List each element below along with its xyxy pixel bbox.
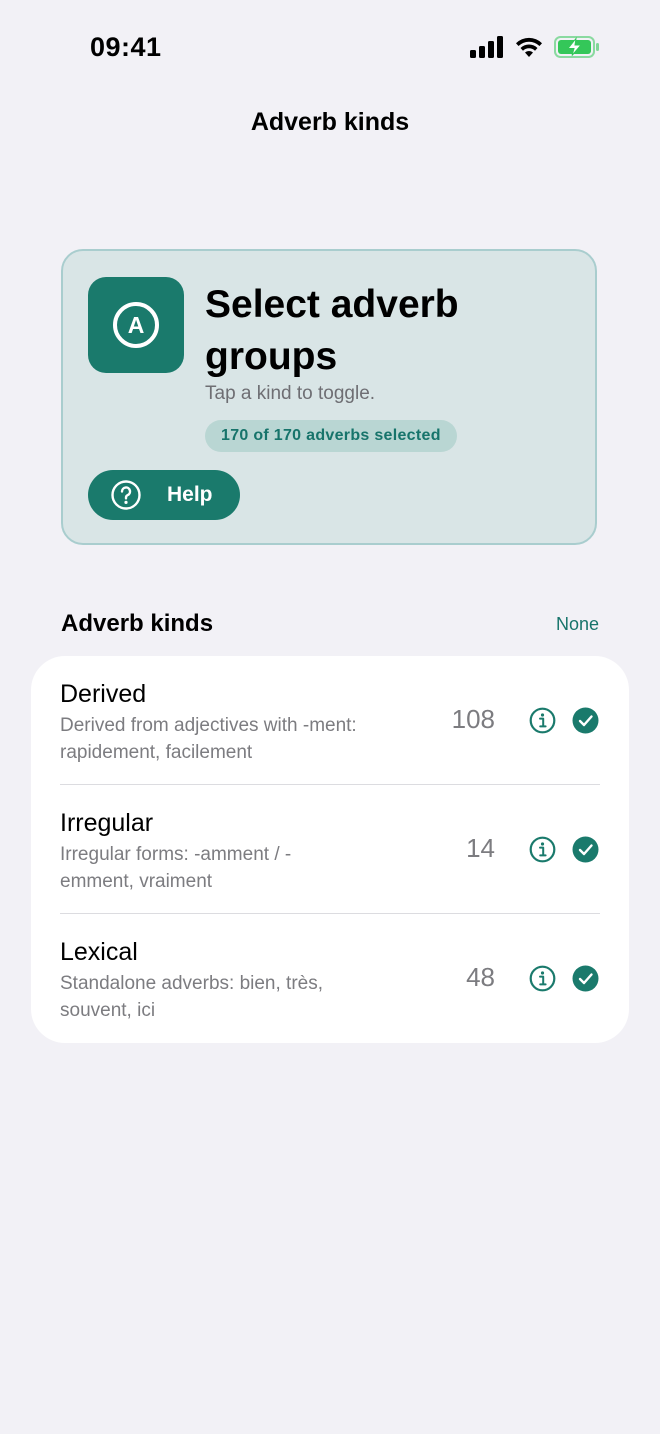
status-time: 09:41 [90, 32, 162, 62]
cellular-signal-icon [470, 36, 503, 58]
checkmark-selected-icon[interactable] [572, 707, 599, 734]
checkmark-selected-icon[interactable] [572, 836, 599, 863]
kind-count: 48 [466, 962, 495, 992]
hero-subtitle: Tap a kind to toggle. [205, 383, 376, 404]
section-title: Adverb kinds [61, 610, 214, 637]
nav-title: Adverb kinds [250, 108, 410, 136]
svg-text:A: A [128, 312, 145, 338]
list-item-derived[interactable]: Derived Derived from adjectives with -me… [31, 656, 629, 785]
kind-description: Standalone adverbs: bien, très, souvent,… [60, 973, 324, 1021]
kind-count: 14 [466, 833, 495, 863]
kind-name: Derived [60, 680, 147, 708]
letter-a-circle-icon: A [113, 302, 159, 348]
select-none-button[interactable]: None [556, 614, 599, 635]
kind-name: Lexical [60, 938, 138, 966]
checkmark-selected-icon[interactable] [572, 965, 599, 992]
info-icon[interactable] [529, 836, 556, 863]
selection-count-badge: 170 of 170 adverbs selected [205, 420, 457, 452]
info-icon[interactable] [529, 965, 556, 992]
battery-charging-icon [554, 36, 599, 58]
help-label: Help [167, 483, 213, 506]
help-button[interactable]: Help [88, 470, 240, 520]
kind-description: Derived from adjectives with -ment: rapi… [60, 715, 357, 763]
list-item-lexical[interactable]: Lexical Standalone adverbs: bien, très, … [31, 914, 629, 1043]
app-badge-icon: A [88, 277, 184, 373]
hero-title: Select adverb groups [205, 283, 459, 378]
info-icon[interactable] [529, 707, 556, 734]
wifi-icon [516, 37, 542, 57]
hero-card: A Select adverb groups Tap a kind to tog… [61, 249, 597, 545]
status-bar: 09:41 [0, 0, 660, 96]
list-item-irregular[interactable]: Irregular Irregular forms: -amment / -em… [31, 785, 629, 914]
adverb-kinds-list: Derived Derived from adjectives with -me… [31, 656, 629, 1043]
question-circle-icon [111, 480, 141, 510]
status-icons [470, 36, 600, 58]
kind-count: 108 [451, 704, 495, 734]
kind-description: Irregular forms: -amment / -emment, vrai… [60, 844, 292, 892]
kind-name: Irregular [60, 809, 154, 837]
